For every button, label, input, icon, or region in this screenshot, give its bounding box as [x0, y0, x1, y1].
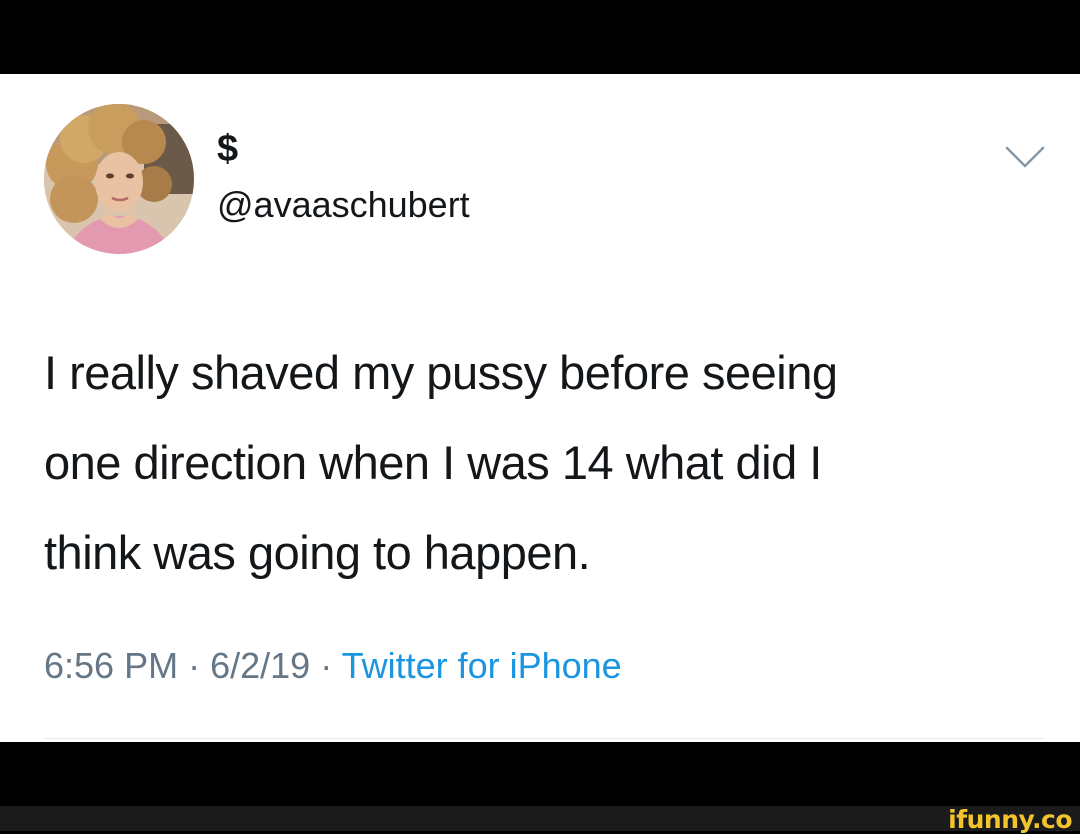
tweet-text: I really shaved my pussy before seeing o…	[44, 328, 1044, 598]
tweet-date[interactable]: 6/2/19	[210, 645, 310, 686]
divider	[44, 738, 1044, 739]
tweet-time[interactable]: 6:56 PM	[44, 645, 178, 686]
chevron-down-icon[interactable]	[1003, 144, 1047, 170]
display-name[interactable]: $	[217, 130, 238, 168]
user-handle[interactable]: @avaaschubert	[217, 187, 470, 223]
top-black-bar	[0, 0, 1080, 74]
meta-separator: ·	[320, 645, 333, 686]
tweet-meta: 6:56 PM · 6/2/19 · Twitter for iPhone	[44, 644, 622, 688]
tweet-text-line: think was going to happen.	[44, 526, 591, 579]
ifunny-watermark: ifunny.co	[948, 805, 1072, 834]
meta-separator: ·	[188, 645, 201, 686]
tweet-card: $ @avaaschubert I really shaved my pussy…	[0, 74, 1080, 742]
avatar-image	[44, 104, 194, 254]
watermark-strip	[0, 806, 1080, 831]
tweet-text-line: I really shaved my pussy before seeing	[44, 346, 838, 399]
tweet-text-line: one direction when I was 14 what did I	[44, 436, 822, 489]
avatar[interactable]	[44, 104, 194, 254]
tweet-source-link[interactable]: Twitter for iPhone	[342, 645, 622, 686]
